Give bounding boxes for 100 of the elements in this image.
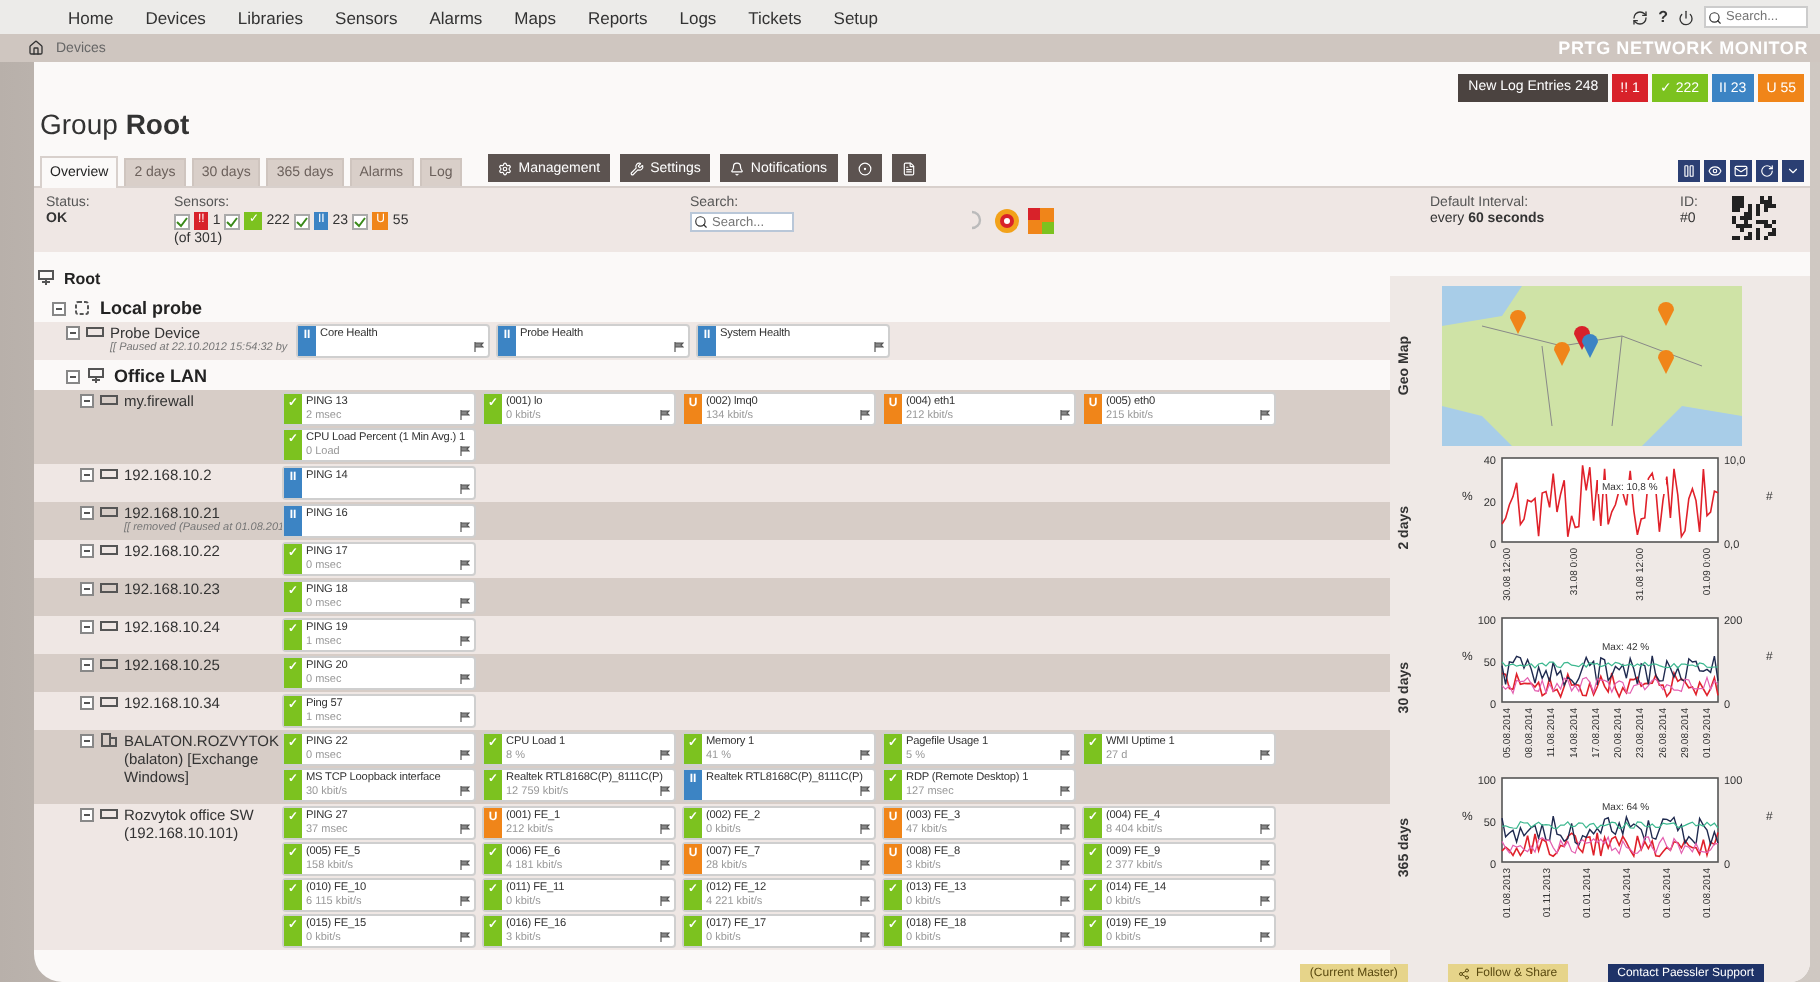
flag-icon[interactable]	[860, 786, 870, 796]
search-icon	[694, 215, 708, 229]
flag-icon[interactable]	[1060, 860, 1070, 870]
collapse-icon[interactable]	[80, 394, 94, 408]
nav-link[interactable]: Maps	[498, 7, 572, 27]
flag-icon[interactable]	[1060, 896, 1070, 906]
flag-icon[interactable]	[860, 932, 870, 942]
group-name[interactable]: Root	[64, 269, 101, 287]
flag-icon[interactable]	[1060, 932, 1070, 942]
bell-icon	[730, 161, 745, 175]
flag-icon[interactable]	[660, 410, 670, 420]
document-button[interactable]	[891, 154, 926, 182]
flag-icon[interactable]	[1260, 824, 1270, 834]
nav-link[interactable]: Reports	[571, 7, 664, 27]
flag-icon[interactable]	[1060, 750, 1070, 760]
network-icon	[38, 270, 56, 286]
flag-icon[interactable]	[860, 860, 870, 870]
mail-button[interactable]	[1730, 160, 1752, 182]
filter-checkbox[interactable]	[352, 213, 369, 229]
collapse-icon[interactable]	[52, 301, 66, 315]
target-button[interactable]	[847, 154, 882, 182]
collapse-icon[interactable]	[80, 582, 94, 596]
flag-icon[interactable]	[460, 484, 470, 494]
flag-icon[interactable]	[1060, 786, 1070, 796]
flag-icon[interactable]	[660, 750, 670, 760]
flag-icon[interactable]	[1260, 410, 1270, 420]
filter-checkbox[interactable]	[224, 213, 241, 229]
flag-icon[interactable]	[460, 446, 470, 456]
filter-checkbox[interactable]	[174, 213, 190, 229]
flag-icon[interactable]	[660, 824, 670, 834]
pause-button[interactable]	[1678, 160, 1700, 182]
collapse-icon[interactable]	[80, 734, 94, 748]
flag-icon[interactable]	[460, 932, 470, 942]
collapse-icon[interactable]	[66, 326, 80, 340]
eye-icon	[1708, 164, 1722, 178]
flag-icon[interactable]	[660, 786, 670, 796]
device-icon	[100, 618, 118, 634]
flag-icon[interactable]	[674, 342, 684, 352]
flag-icon[interactable]	[460, 712, 470, 722]
nav-link[interactable]: Home	[52, 7, 130, 27]
flag-icon[interactable]	[660, 860, 670, 870]
wrench-icon	[630, 161, 645, 175]
group-name[interactable]: Local probe	[100, 297, 203, 317]
flag-icon[interactable]	[1260, 860, 1270, 870]
flag-icon[interactable]	[460, 598, 470, 608]
flag-icon[interactable]	[1060, 824, 1070, 834]
document-icon	[901, 161, 916, 175]
nav-link[interactable]: Libraries	[221, 7, 320, 27]
flag-icon[interactable]	[1260, 932, 1270, 942]
nav-link[interactable]: Devices	[129, 7, 222, 27]
power-icon[interactable]	[1678, 9, 1694, 25]
flag-icon[interactable]	[860, 896, 870, 906]
flag-icon[interactable]	[874, 342, 884, 352]
nav-link[interactable]: Sensors	[319, 7, 414, 27]
flag-icon[interactable]	[460, 410, 470, 420]
flag-icon[interactable]	[660, 896, 670, 906]
device-icon	[100, 694, 118, 710]
nav-link[interactable]: Tickets	[732, 7, 818, 27]
collapse-icon[interactable]	[80, 658, 94, 672]
flag-icon[interactable]	[460, 674, 470, 684]
network-icon	[88, 367, 106, 383]
refresh-button[interactable]	[1756, 160, 1778, 182]
help-link[interactable]: ?	[1658, 8, 1668, 26]
device-icon	[100, 580, 118, 596]
collapse-icon[interactable]	[80, 506, 94, 520]
flag-icon[interactable]	[460, 896, 470, 906]
collapse-icon[interactable]	[80, 620, 94, 634]
collapse-icon[interactable]	[80, 468, 94, 482]
treemap-icon[interactable]	[1028, 207, 1054, 233]
nav-link[interactable]: Setup	[817, 7, 894, 27]
flag-icon[interactable]	[460, 636, 470, 646]
gear-icon	[498, 161, 513, 175]
flag-icon[interactable]	[1260, 896, 1270, 906]
flag-icon[interactable]	[860, 750, 870, 760]
group-name[interactable]: Office LAN	[114, 365, 208, 385]
flag-icon[interactable]	[460, 750, 470, 760]
flag-icon[interactable]	[460, 860, 470, 870]
collapse-icon[interactable]	[66, 369, 80, 383]
nav-link[interactable]: Alarms	[413, 7, 499, 27]
view-button[interactable]	[1704, 160, 1726, 182]
device-icon	[100, 806, 118, 822]
filter-checkbox[interactable]	[293, 213, 310, 229]
collapse-icon[interactable]	[80, 808, 94, 822]
flag-icon[interactable]	[460, 786, 470, 796]
collapse-icon[interactable]	[80, 696, 94, 710]
flag-icon[interactable]	[460, 824, 470, 834]
home-icon[interactable]	[28, 40, 44, 56]
collapse-icon[interactable]	[80, 544, 94, 558]
flag-icon[interactable]	[660, 932, 670, 942]
flag-icon[interactable]	[460, 560, 470, 570]
flag-icon[interactable]	[460, 522, 470, 532]
flag-icon[interactable]	[860, 410, 870, 420]
flag-icon[interactable]	[1260, 750, 1270, 760]
flag-icon[interactable]	[474, 342, 484, 352]
target-icon[interactable]	[994, 207, 1020, 233]
nav-link[interactable]: Logs	[663, 7, 733, 27]
flag-icon[interactable]	[860, 824, 870, 834]
refresh-icon[interactable]	[1632, 9, 1649, 25]
flag-icon[interactable]	[1060, 410, 1070, 420]
dropdown-button[interactable]	[1782, 160, 1804, 182]
